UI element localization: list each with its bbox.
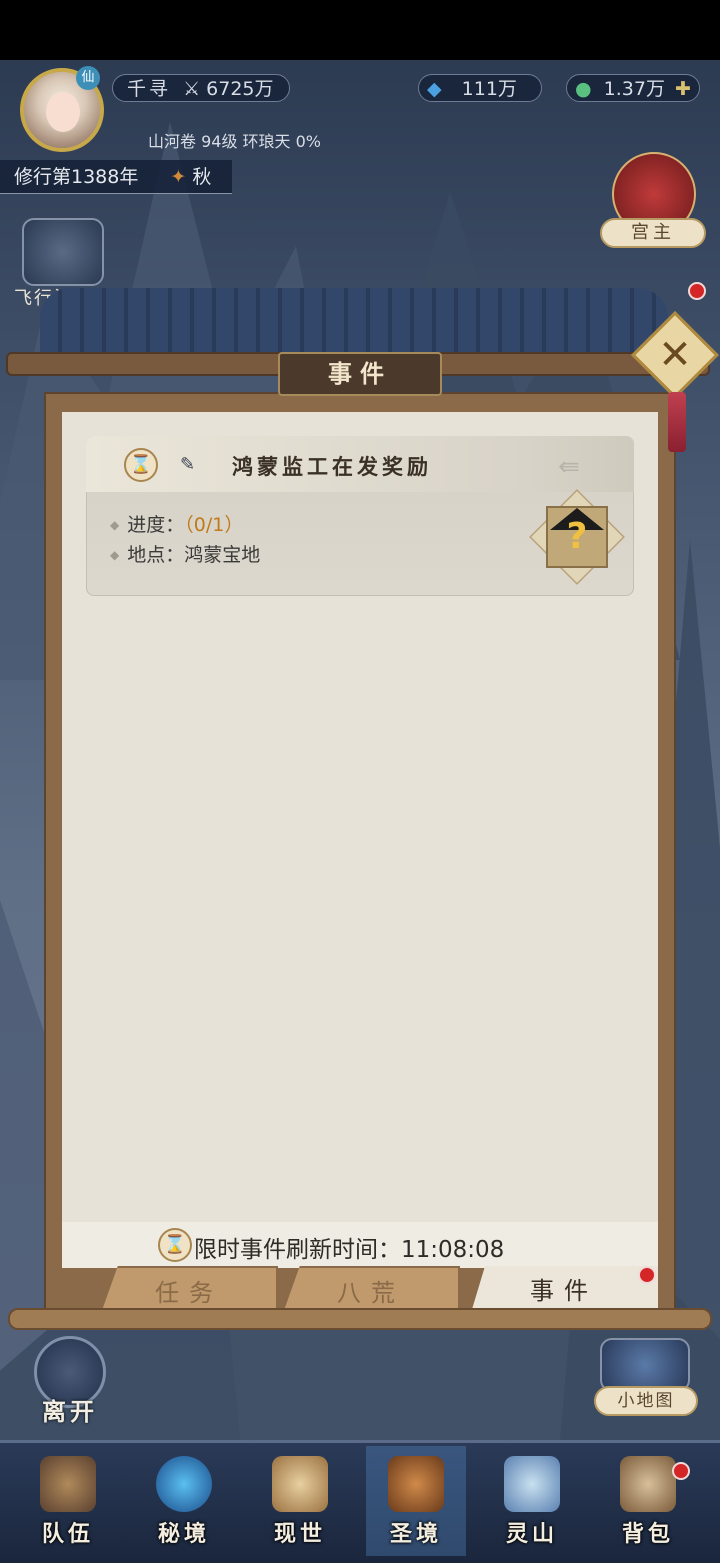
nav-secret-realm-label: 秘境 (157, 1522, 210, 1547)
player-name-power-pill[interactable]: 千寻 ⚔ 6725万 (112, 74, 290, 102)
dialog-title: 事件 (278, 352, 442, 396)
mini-map-button[interactable]: 小地图 (594, 1386, 698, 1416)
tassel-ornament (668, 392, 686, 452)
event-title: 鸿蒙监工在发奖励 (232, 454, 432, 479)
holy-realm-icon (388, 1456, 444, 1512)
team-icon (40, 1456, 96, 1512)
close-icon[interactable]: ✕ (644, 324, 706, 386)
nav-secret-realm[interactable]: 秘境 (134, 1446, 234, 1556)
nav-present-world[interactable]: 现世 (250, 1446, 350, 1556)
location-label: 地点： (127, 544, 185, 566)
event-progress-row: ◆ 进度：（0/1） (110, 510, 243, 537)
diamond-bullet-icon: ◆ (110, 548, 120, 562)
location-value: 鸿蒙宝地 (184, 544, 261, 566)
refresh-timer: 限时事件刷新时间：11:08:08 (194, 1237, 505, 1263)
backpack-notification-dot (672, 1462, 690, 1480)
jade-icon: ● (575, 78, 592, 100)
hourglass-icon: ⌛ (124, 448, 158, 482)
leave-label: 离开 (42, 1398, 98, 1426)
jade-pill[interactable]: ● 1.37万 ✚ (566, 74, 700, 102)
cultivation-year: 修行第1388年 (14, 166, 139, 188)
spirit-stone-value: 111万 (461, 78, 517, 100)
palace-master-tag[interactable]: 宫主 (600, 218, 706, 248)
nav-team-label: 队伍 (41, 1522, 94, 1547)
nav-spirit-mountain-label: 灵山 (505, 1522, 558, 1547)
jade-value: 1.37万 (603, 78, 665, 100)
cultivation-year-bar: 修行第1388年 ✦ 秋 (0, 160, 232, 194)
avatar-face (46, 92, 80, 132)
player-name: 千寻 (127, 78, 172, 100)
spirit-stone-icon: ◆ (427, 78, 442, 100)
combat-power-icon: ⚔ (183, 78, 201, 100)
nav-team[interactable]: 队伍 (18, 1446, 118, 1556)
spirit-stone-pill[interactable]: ◆ 111万 (418, 74, 542, 102)
backpack-icon (620, 1456, 676, 1512)
add-currency-icon[interactable]: ✚ (675, 78, 691, 100)
event-location-row: ◆ 地点：鸿蒙宝地 (110, 540, 260, 567)
dialog-bottom-beam (8, 1308, 712, 1330)
immortal-badge: 仙 (76, 66, 100, 90)
unknown-npc-icon: ? (566, 516, 588, 557)
present-world-icon (272, 1456, 328, 1512)
nav-holy-realm-label: 圣境 (389, 1522, 442, 1547)
maple-leaf-icon: ✦ (170, 166, 187, 188)
secret-realm-icon (156, 1456, 212, 1512)
status-bar (0, 0, 720, 60)
refresh-hourglass-icon: ⌛ (158, 1228, 192, 1262)
events-tab-notification-dot (638, 1266, 656, 1284)
combat-power-value: 6725万 (206, 78, 274, 100)
go-arrow-icon[interactable]: ⇚ (558, 452, 580, 482)
nav-holy-realm[interactable]: 圣境 (366, 1446, 466, 1556)
event-type-icon: ✎ (180, 454, 196, 475)
nav-spirit-mountain[interactable]: 灵山 (482, 1446, 582, 1556)
progress-label: 进度： (127, 514, 185, 536)
notification-dot (688, 282, 706, 300)
spirit-mountain-icon (504, 1456, 560, 1512)
realm-info: 山河卷 94级 环琅天 0% (148, 132, 322, 151)
nav-present-world-label: 现世 (273, 1522, 326, 1547)
nav-backpack-label: 背包 (621, 1522, 674, 1547)
diamond-bullet-icon: ◆ (110, 518, 120, 532)
progress-value: （0/1） (184, 514, 244, 536)
season-label: 秋 (192, 166, 212, 188)
flying-artifact-button[interactable] (22, 218, 104, 286)
mini-map-icon[interactable] (600, 1338, 690, 1392)
